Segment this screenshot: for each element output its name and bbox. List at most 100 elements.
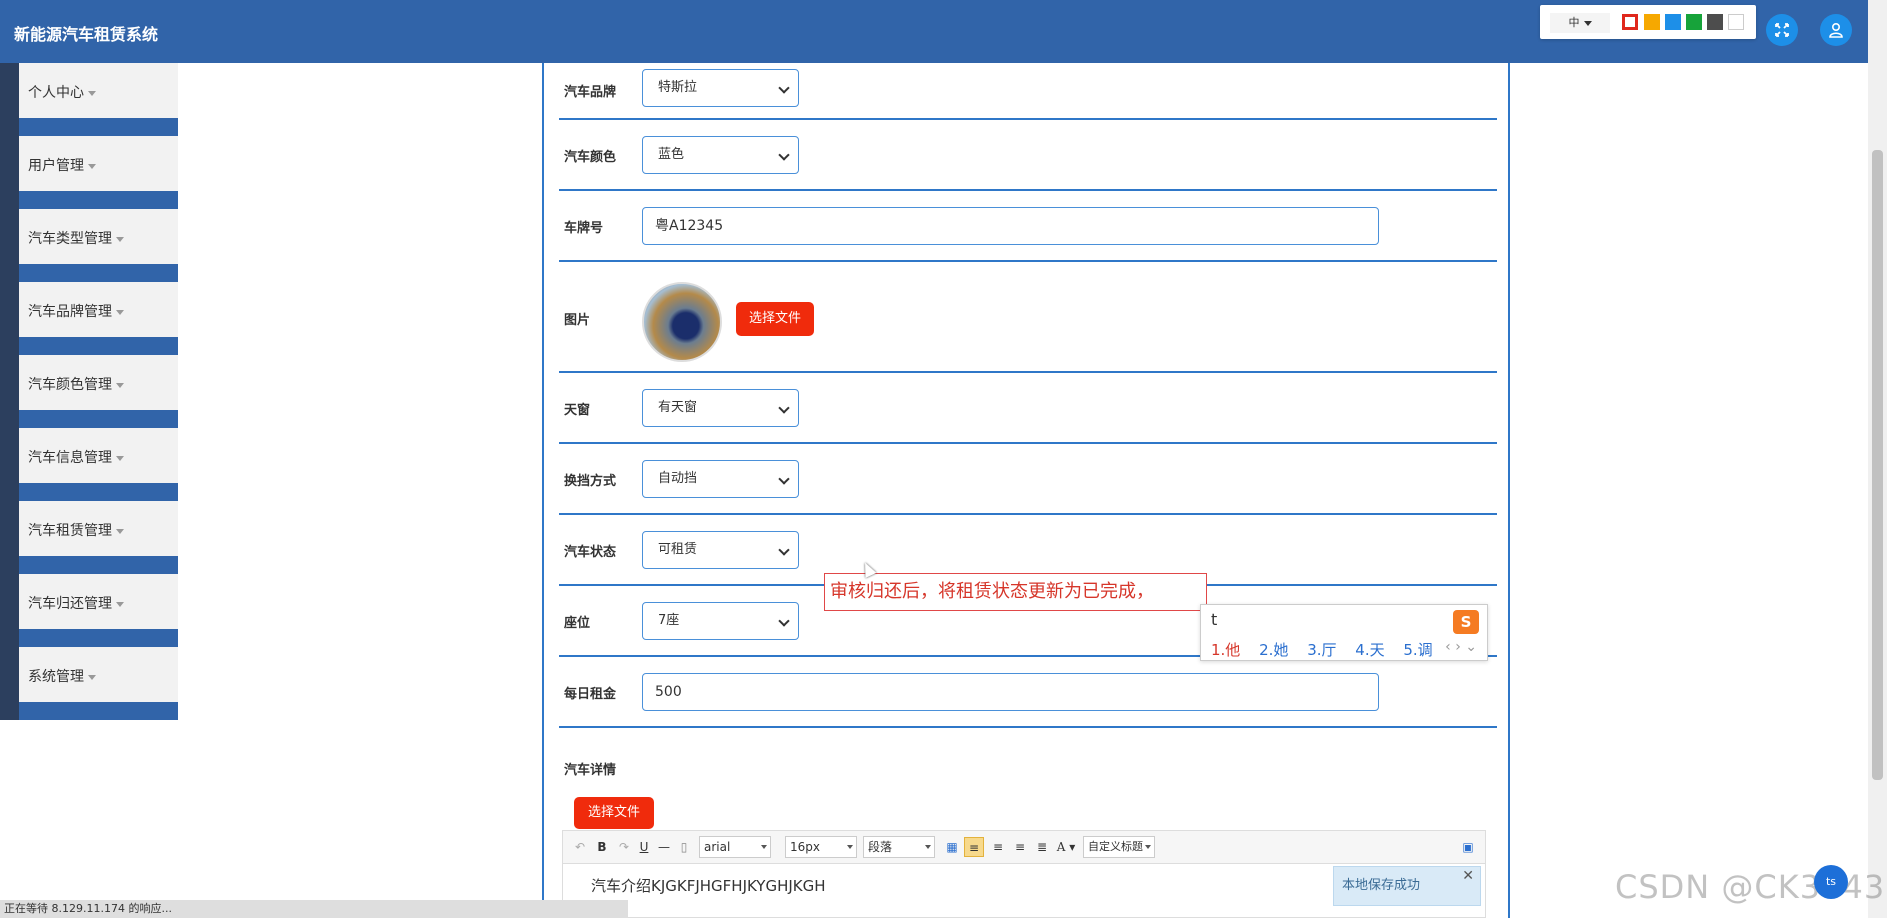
chevron-down-icon — [88, 674, 96, 680]
user-icon — [1829, 22, 1843, 38]
sidebar-item-user-management[interactable]: 用户管理 — [0, 136, 178, 209]
form-row-color: 汽车颜色 蓝色 — [559, 120, 1497, 191]
font-color-icon[interactable]: A ▾ — [1055, 837, 1077, 857]
custom-title-select[interactable]: 自定义标题 — [1083, 836, 1155, 858]
sunroof-select[interactable]: 有天窗 — [642, 389, 799, 427]
close-icon[interactable]: ✕ — [1462, 857, 1474, 895]
ime-composition-text: 审核归还后，将租赁状态更新为已完成， — [824, 573, 1207, 611]
sidebar-item-car-color-management[interactable]: 汽车颜色管理 — [0, 355, 178, 428]
preview-icon[interactable]: ▣ — [1459, 837, 1477, 857]
details-choose-file-button[interactable]: 选择文件 — [574, 797, 654, 829]
car-image-thumbnail — [642, 282, 722, 362]
sidebar-item-car-info-management[interactable]: 汽车信息管理 — [0, 428, 178, 501]
ime-candidates: 1.他 2.她 3.厅 4.天 5.调 — [1211, 639, 1447, 660]
font-size-select[interactable]: 16px — [785, 836, 857, 858]
editor-toolbar: ↶ B ↷ U — ▯ arial 16px 段落 ▦ ≡ ≡ ≡ ≣ A ▾ … — [563, 831, 1485, 864]
rent-label: 每日租金 — [564, 687, 617, 702]
bold-icon[interactable]: B — [595, 837, 609, 857]
theme-swatch-red[interactable] — [1622, 14, 1638, 30]
plate-label: 车牌号 — [564, 221, 604, 236]
font-family-select[interactable]: arial — [699, 836, 771, 858]
sogou-logo-icon: S — [1453, 610, 1479, 634]
status-select[interactable]: 可租赁 — [642, 531, 799, 569]
browser-status-bar: 正在等待 8.129.11.174 的响应... — [0, 900, 628, 918]
chevron-down-icon — [778, 402, 790, 414]
underline-icon[interactable]: U — [637, 837, 651, 857]
user-button[interactable] — [1820, 14, 1852, 46]
theme-swatch-white[interactable] — [1728, 14, 1744, 30]
image-choose-file-button[interactable]: 选择文件 — [736, 302, 814, 336]
ime-page-nav-icon[interactable]: ‹ › ⌄ — [1445, 639, 1477, 655]
form-row-sunroof: 天窗 有天窗 — [559, 373, 1497, 444]
undo-icon[interactable]: ↶ — [573, 837, 587, 857]
ime-candidate[interactable]: 4.天 — [1355, 641, 1384, 659]
top-header: 新能源汽车租赁系统 中 — [0, 0, 1868, 63]
table-icon[interactable]: ▦ — [943, 837, 961, 857]
seats-select[interactable]: 7座 — [642, 602, 799, 640]
form-row-plate: 车牌号 粤A12345 — [559, 191, 1497, 262]
chevron-down-icon — [116, 455, 124, 461]
color-label: 汽车颜色 — [564, 150, 617, 165]
fullscreen-button[interactable] — [1766, 14, 1798, 46]
theme-panel: 中 — [1540, 5, 1756, 39]
chevron-down-icon — [778, 82, 790, 94]
theme-swatch-blue[interactable] — [1665, 14, 1681, 30]
chevron-down-icon — [116, 382, 124, 388]
gear-select[interactable]: 自动挡 — [642, 460, 799, 498]
rent-input[interactable]: 500 — [642, 673, 1379, 711]
align-right-icon[interactable]: ≡ — [989, 837, 1007, 857]
form-row-gear: 换挡方式 自动挡 — [559, 444, 1497, 515]
chevron-down-icon — [778, 473, 790, 485]
sidebar-item-system-management[interactable]: 系统管理 — [0, 647, 178, 720]
image-label: 图片 — [564, 313, 591, 328]
form-row-rent: 每日租金 500 — [559, 657, 1497, 728]
form-row-image: 图片 选择文件 — [559, 262, 1497, 373]
editor-content[interactable]: 汽车介绍KJGKFJHGFHJKYGHJKGH — [591, 875, 826, 896]
language-select[interactable]: 中 — [1550, 13, 1610, 33]
status-label: 汽车状态 — [564, 545, 617, 560]
ime-candidate[interactable]: 5.调 — [1403, 641, 1432, 659]
chat-bubble-button[interactable]: ts — [1814, 865, 1848, 899]
chevron-down-icon — [116, 528, 124, 534]
ime-candidate[interactable]: 3.厅 — [1307, 641, 1336, 659]
plate-input[interactable]: 粤A12345 — [642, 207, 1379, 245]
sidebar-item-car-rental-management[interactable]: 汽车租赁管理 — [0, 501, 178, 574]
align-left-icon[interactable]: ≡ — [964, 837, 984, 857]
redo-icon[interactable]: ↷ — [617, 837, 631, 857]
align-justify-icon[interactable]: ≣ — [1033, 837, 1051, 857]
chevron-down-icon — [778, 615, 790, 627]
main-form-panel: 汽车品牌 特斯拉 汽车颜色 蓝色 车牌号 粤A12345 图片 选择文件 天窗 … — [542, 63, 1510, 918]
page-icon[interactable]: ▯ — [677, 837, 691, 857]
scrollbar-thumb[interactable] — [1872, 150, 1883, 780]
chevron-down-icon — [88, 163, 96, 169]
sidebar-item-car-return-management[interactable]: 汽车归还管理 — [0, 574, 178, 647]
chevron-down-icon — [116, 601, 124, 607]
theme-swatch-dark[interactable] — [1707, 14, 1723, 30]
brand-select[interactable]: 特斯拉 — [642, 69, 799, 107]
color-select[interactable]: 蓝色 — [642, 136, 799, 174]
chevron-down-icon — [88, 90, 96, 96]
chevron-down-icon — [116, 309, 124, 315]
chevron-down-icon — [116, 236, 124, 242]
page-scrollbar[interactable] — [1868, 0, 1887, 918]
ime-candidate-box: t S 1.他 2.她 3.厅 4.天 5.调 ‹ › ⌄ — [1200, 604, 1488, 661]
theme-swatch-orange[interactable] — [1644, 14, 1660, 30]
theme-swatch-green[interactable] — [1686, 14, 1702, 30]
brand-label: 汽车品牌 — [564, 85, 617, 100]
sidebar-item-car-brand-management[interactable]: 汽车品牌管理 — [0, 282, 178, 355]
fullscreen-icon — [1775, 23, 1789, 37]
sidebar-item-car-type-management[interactable]: 汽车类型管理 — [0, 209, 178, 282]
ime-candidate[interactable]: 2.她 — [1259, 641, 1288, 659]
seats-label: 座位 — [564, 616, 591, 631]
chevron-down-icon — [778, 149, 790, 161]
horizontal-rule-icon[interactable]: — — [657, 837, 671, 857]
form-row-brand: 汽车品牌 特斯拉 — [559, 63, 1497, 120]
sidebar-item-personal-center[interactable]: 个人中心 — [0, 63, 178, 136]
align-center-icon[interactable]: ≡ — [1011, 837, 1029, 857]
save-toast: 本地保存成功 ✕ — [1333, 866, 1481, 906]
paragraph-select[interactable]: 段落 — [863, 836, 935, 858]
gear-label: 换挡方式 — [564, 474, 617, 489]
app-title: 新能源汽车租赁系统 — [14, 25, 159, 44]
ime-candidate[interactable]: 1.他 — [1211, 641, 1240, 659]
chevron-down-icon — [778, 544, 790, 556]
